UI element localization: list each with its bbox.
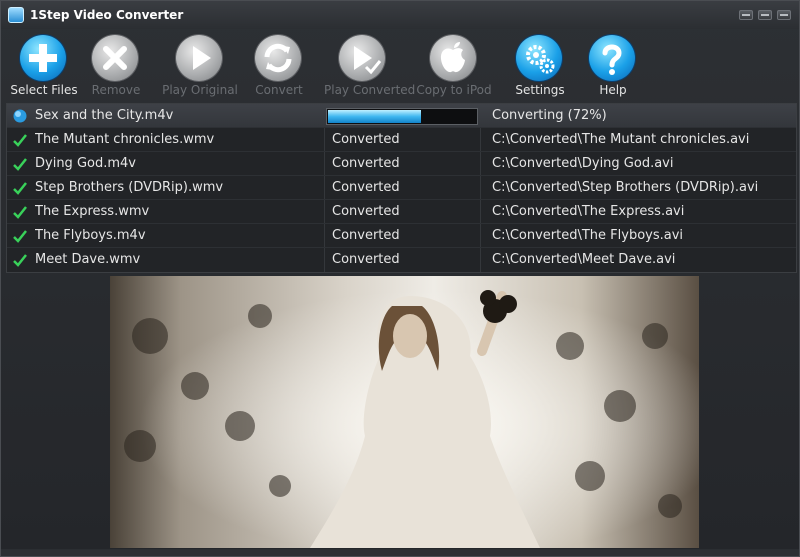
remove-label: Remove	[91, 83, 141, 97]
apple-icon	[430, 35, 476, 81]
output-path: C:\Converted\The Flyboys.avi	[492, 228, 684, 243]
file-status: Converted	[332, 180, 400, 195]
list-item[interactable]: Sex and the City.m4v Converting (72%)	[7, 104, 796, 128]
video-preview	[110, 276, 699, 548]
list-item[interactable]: The Mutant chronicles.wmv Converted C:\C…	[7, 128, 796, 152]
list-item[interactable]: Meet Dave.wmv Converted C:\Converted\Mee…	[7, 248, 796, 272]
play-icon	[176, 35, 222, 81]
help-label: Help	[599, 83, 627, 97]
file-name: The Express.wmv	[35, 204, 150, 219]
convert-label: Convert	[255, 83, 303, 97]
settings-button[interactable]: Settings	[501, 31, 579, 101]
copy-to-ipod-label: Copy to iPod	[416, 83, 492, 97]
play-check-icon	[339, 35, 385, 81]
checkmark-icon	[13, 206, 27, 219]
convert-button[interactable]: Convert	[240, 31, 318, 101]
play-converted-label: Play Converted	[324, 83, 416, 97]
file-list: Sex and the City.m4v Converting (72%) Th…	[6, 103, 797, 273]
maximize-button[interactable]	[758, 10, 772, 20]
settings-label: Settings	[515, 83, 565, 97]
file-name: The Flyboys.m4v	[35, 228, 146, 243]
app-window: 1Step Video Converter Select Files Remov…	[0, 0, 800, 557]
file-status: Converted	[332, 156, 400, 171]
list-item[interactable]: The Flyboys.m4v Converted C:\Converted\T…	[7, 224, 796, 248]
help-button[interactable]: Help	[574, 31, 652, 101]
checkmark-icon	[13, 134, 27, 147]
file-status: Converted	[332, 252, 400, 267]
checkmark-icon	[13, 182, 27, 195]
title-bar: 1Step Video Converter	[1, 1, 799, 29]
status-strip	[1, 549, 799, 556]
list-item[interactable]: Dying God.m4v Converted C:\Converted\Dyi…	[7, 152, 796, 176]
close-icon	[780, 14, 788, 16]
refresh-icon	[255, 35, 301, 81]
file-status: Converted	[332, 228, 400, 243]
file-name: Step Brothers (DVDRip).wmv	[35, 180, 224, 195]
output-path: Converting (72%)	[492, 108, 607, 123]
close-button[interactable]	[777, 10, 791, 20]
list-item[interactable]: Step Brothers (DVDRip).wmv Converted C:\…	[7, 176, 796, 200]
list-item[interactable]: The Express.wmv Converted C:\Converted\T…	[7, 200, 796, 224]
play-converted-button[interactable]: Play Converted	[324, 31, 416, 101]
output-path: C:\Converted\Meet Dave.avi	[492, 252, 676, 267]
checkmark-icon	[13, 158, 27, 171]
app-icon	[8, 7, 24, 23]
play-original-label: Play Original	[162, 83, 238, 97]
copy-to-ipod-button[interactable]: Copy to iPod	[415, 31, 493, 101]
progress-fill	[328, 110, 421, 123]
file-status: Converted	[332, 132, 400, 147]
file-name: Dying God.m4v	[35, 156, 136, 171]
play-original-button[interactable]: Play Original	[161, 31, 239, 101]
x-icon	[92, 35, 138, 81]
output-path: C:\Converted\The Express.avi	[492, 204, 685, 219]
file-name: Meet Dave.wmv	[35, 252, 141, 267]
file-name: Sex and the City.m4v	[35, 108, 174, 123]
gears-icon	[516, 35, 562, 81]
output-path: C:\Converted\The Mutant chronicles.avi	[492, 132, 750, 147]
question-icon	[589, 35, 635, 81]
select-files-label: Select Files	[10, 83, 78, 97]
plus-icon	[20, 35, 66, 81]
checkmark-icon	[13, 254, 27, 267]
remove-button[interactable]: Remove	[77, 31, 155, 101]
checkmark-icon	[13, 230, 27, 243]
select-files-button[interactable]: Select Files	[5, 31, 83, 101]
output-path: C:\Converted\Step Brothers (DVDRip).avi	[492, 180, 759, 195]
minimize-icon	[742, 14, 750, 16]
toolbar: Select Files Remove Play Original Conver…	[1, 29, 799, 101]
converting-icon	[13, 109, 27, 123]
output-path: C:\Converted\Dying God.avi	[492, 156, 674, 171]
conversion-progress-bar	[326, 108, 478, 125]
window-title: 1Step Video Converter	[30, 8, 184, 22]
minimize-button[interactable]	[739, 10, 753, 20]
preview-image	[110, 276, 699, 548]
file-name: The Mutant chronicles.wmv	[35, 132, 215, 147]
file-status: Converted	[332, 204, 400, 219]
maximize-icon	[761, 14, 769, 16]
